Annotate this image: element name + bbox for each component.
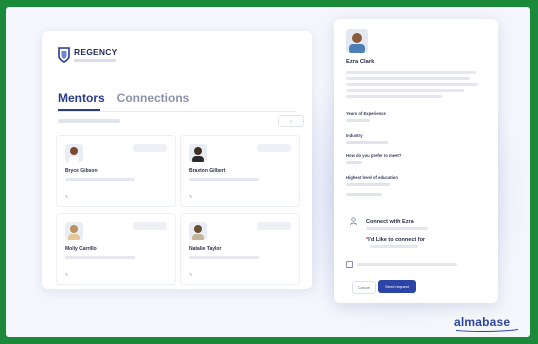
connect-action[interactable]: ✎ [189,194,192,199]
screenshot-canvas: REGENCY Mentors Connections ≡ Bryce Gibs… [6,7,530,337]
status-badge [257,222,291,230]
status-badge [133,144,167,152]
field-value [346,183,390,186]
field-value [346,161,362,164]
avatar [189,144,207,162]
mentor-card[interactable]: Bryce Gibson ✎ [56,135,176,207]
profile-bio [346,89,464,92]
avatar [65,144,83,162]
field-value [346,141,388,144]
profile-bio [346,77,470,80]
field-label: Highest level of education [346,175,398,180]
avatar [189,222,207,240]
checkbox[interactable] [346,261,353,268]
status-badge [257,144,291,152]
checkbox-label [357,263,457,266]
profile-panel: Ezra Clark Years of Experience Industry … [334,19,498,303]
brand-name: REGENCY [74,47,118,57]
outer-frame: REGENCY Mentors Connections ≡ Bryce Gibs… [0,0,538,344]
mentor-meta [189,178,259,181]
mentor-card[interactable]: Molly Carrillo ✎ [56,213,176,285]
connect-subtitle [366,227,428,230]
tab-bar: Mentors Connections [58,91,189,105]
mentor-meta [65,178,135,181]
results-count [58,119,120,123]
profile-name: Ezra Clark [346,59,375,65]
profile-bio [346,95,442,98]
request-option[interactable] [370,245,418,248]
tab-divider [58,111,296,112]
connect-title: Connect with Ezra [366,219,414,225]
profile-avatar [346,29,368,53]
field-value [346,193,382,196]
profile-bio [346,71,476,74]
mentor-meta [189,256,259,259]
mentor-card[interactable]: Braxton Gilbert ✎ [180,135,300,207]
request-label: *I'd Like to connect for [366,237,425,243]
avatar [65,222,83,240]
connect-action[interactable]: ✎ [65,272,68,277]
email-checkbox-row[interactable] [346,261,457,268]
mentor-name: Molly Carrillo [65,246,97,252]
connect-action[interactable]: ✎ [189,272,192,277]
mentor-name: Bryce Gibson [65,168,98,174]
almabase-wordmark: almabase [454,315,511,329]
field-label: Industry [346,133,363,138]
field-label: How do you prefer to meet? [346,153,402,158]
field-label: Years of Experience [346,111,386,116]
brand-subline [74,59,116,62]
mentor-card[interactable]: Natalie Taylor ✎ [180,213,300,285]
connect-action[interactable]: ✎ [65,194,68,199]
send-request-button[interactable]: Send request [378,280,416,293]
cancel-button[interactable]: Cancel [352,281,376,294]
tab-mentors[interactable]: Mentors [58,91,105,105]
field-value [346,119,370,122]
mentor-name: Natalie Taylor [189,246,222,252]
request-text: I'd Like to connect for [368,237,426,243]
status-badge [133,222,167,230]
user-add-icon [350,217,357,226]
tab-connections[interactable]: Connections [117,91,190,105]
shield-icon [58,47,70,63]
sort-button[interactable]: ≡ [278,115,304,127]
mentor-meta [65,256,135,259]
mentors-panel: REGENCY Mentors Connections ≡ Bryce Gibs… [42,31,312,289]
wordmark-underline [455,329,519,332]
mentor-name: Braxton Gilbert [189,168,226,174]
profile-bio [346,83,478,86]
